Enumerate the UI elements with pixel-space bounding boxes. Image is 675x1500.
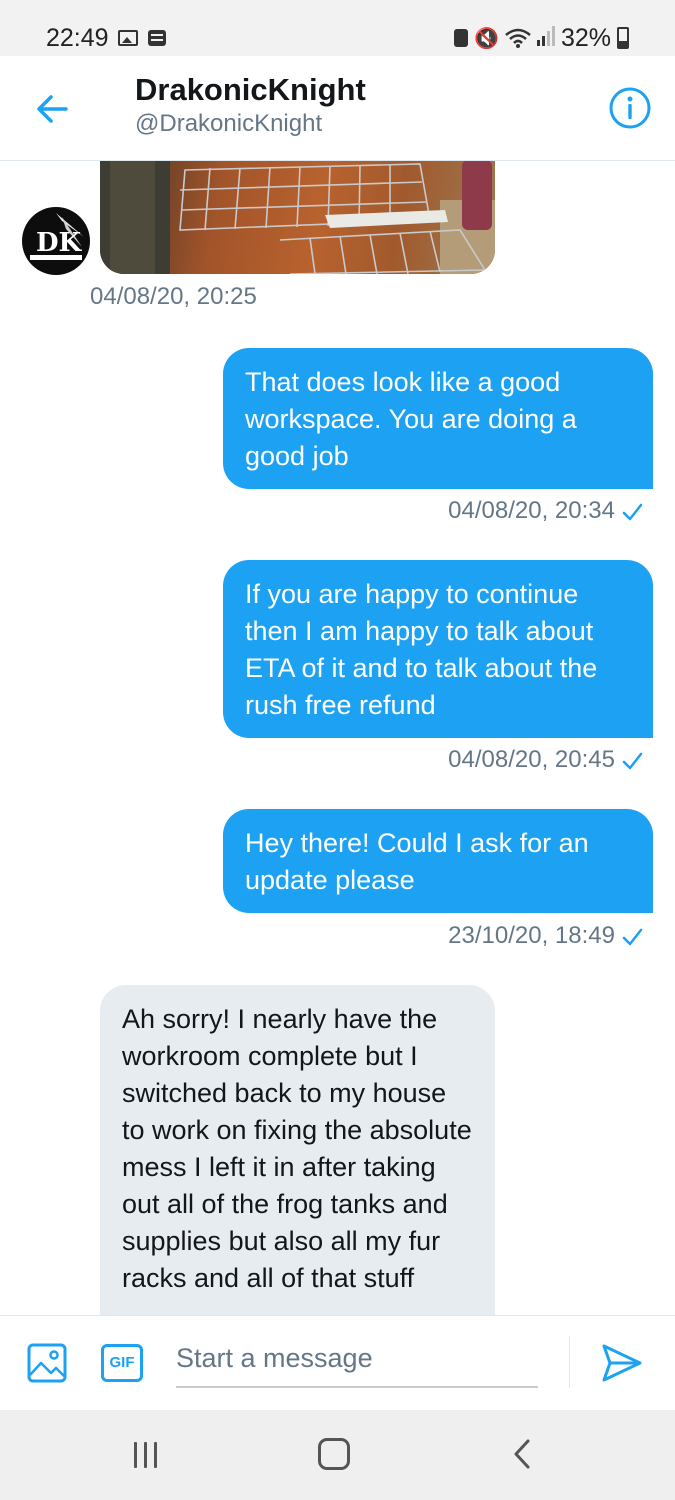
outgoing-message[interactable]: That does look like a good workspace. Yo… [223,348,653,489]
svg-text:DK: DK [36,228,83,258]
battery-saver-icon [454,29,469,47]
battery-icon [617,27,629,49]
message-timestamp: 04/08/20, 20:25 [90,283,257,310]
outgoing-message[interactable]: Hey there! Could I ask for an update ple… [223,809,653,913]
outgoing-message[interactable]: If you are happy to continue then I am h… [223,560,653,738]
gallery-icon [118,30,138,46]
message-icon [148,30,166,46]
signal-icon [536,24,555,53]
arrow-left-icon [37,95,68,123]
sent-check-icon [622,752,643,770]
message-timestamp: 23/10/20, 18:49 [448,922,615,949]
back-button[interactable] [30,86,76,132]
chevron-left-icon [514,1439,530,1469]
contact-name[interactable]: DrakonicKnight [135,72,366,108]
info-button[interactable] [607,85,653,131]
send-button[interactable] [600,1341,644,1385]
info-icon [609,87,651,129]
contact-handle[interactable]: @DrakonicKnight [135,110,322,138]
message-timestamp: 04/08/20, 20:34 [448,497,615,524]
system-nav-bar [0,1410,675,1500]
message-composer: GIF [0,1315,675,1411]
recent-apps-button[interactable] [132,1440,160,1470]
conversation-header: DrakonicKnight @DrakonicKnight [0,56,675,161]
status-time: 22:49 [46,24,109,52]
avatar-logo-icon: DK [24,209,88,273]
gif-button[interactable]: GIF [101,1344,143,1382]
add-photo-button[interactable] [27,1343,67,1383]
status-bar: 22:49 🔇 32% [0,0,675,56]
divider [569,1336,570,1388]
message-timestamp: 04/08/20, 20:45 [448,746,615,773]
incoming-message[interactable]: Ah sorry! I nearly have the workroom com… [100,985,495,1315]
sent-check-icon [622,503,643,521]
message-input[interactable] [176,1330,538,1388]
send-icon [602,1344,642,1382]
sent-check-icon [622,928,643,946]
image-icon [27,1343,67,1383]
contact-avatar[interactable]: DK [22,207,90,275]
mute-icon: 🔇 [474,27,499,50]
message-list[interactable]: DK 04/08/20, 20:25 That does look like a… [0,161,675,1315]
wifi-icon [505,28,531,48]
battery-percent: 32% [560,23,611,52]
nav-back-button[interactable] [510,1438,534,1470]
image-attachment[interactable] [100,161,495,274]
home-button[interactable] [318,1438,350,1470]
status-icons: 🔇 32% [454,22,629,54]
workspace-photo [100,161,495,274]
